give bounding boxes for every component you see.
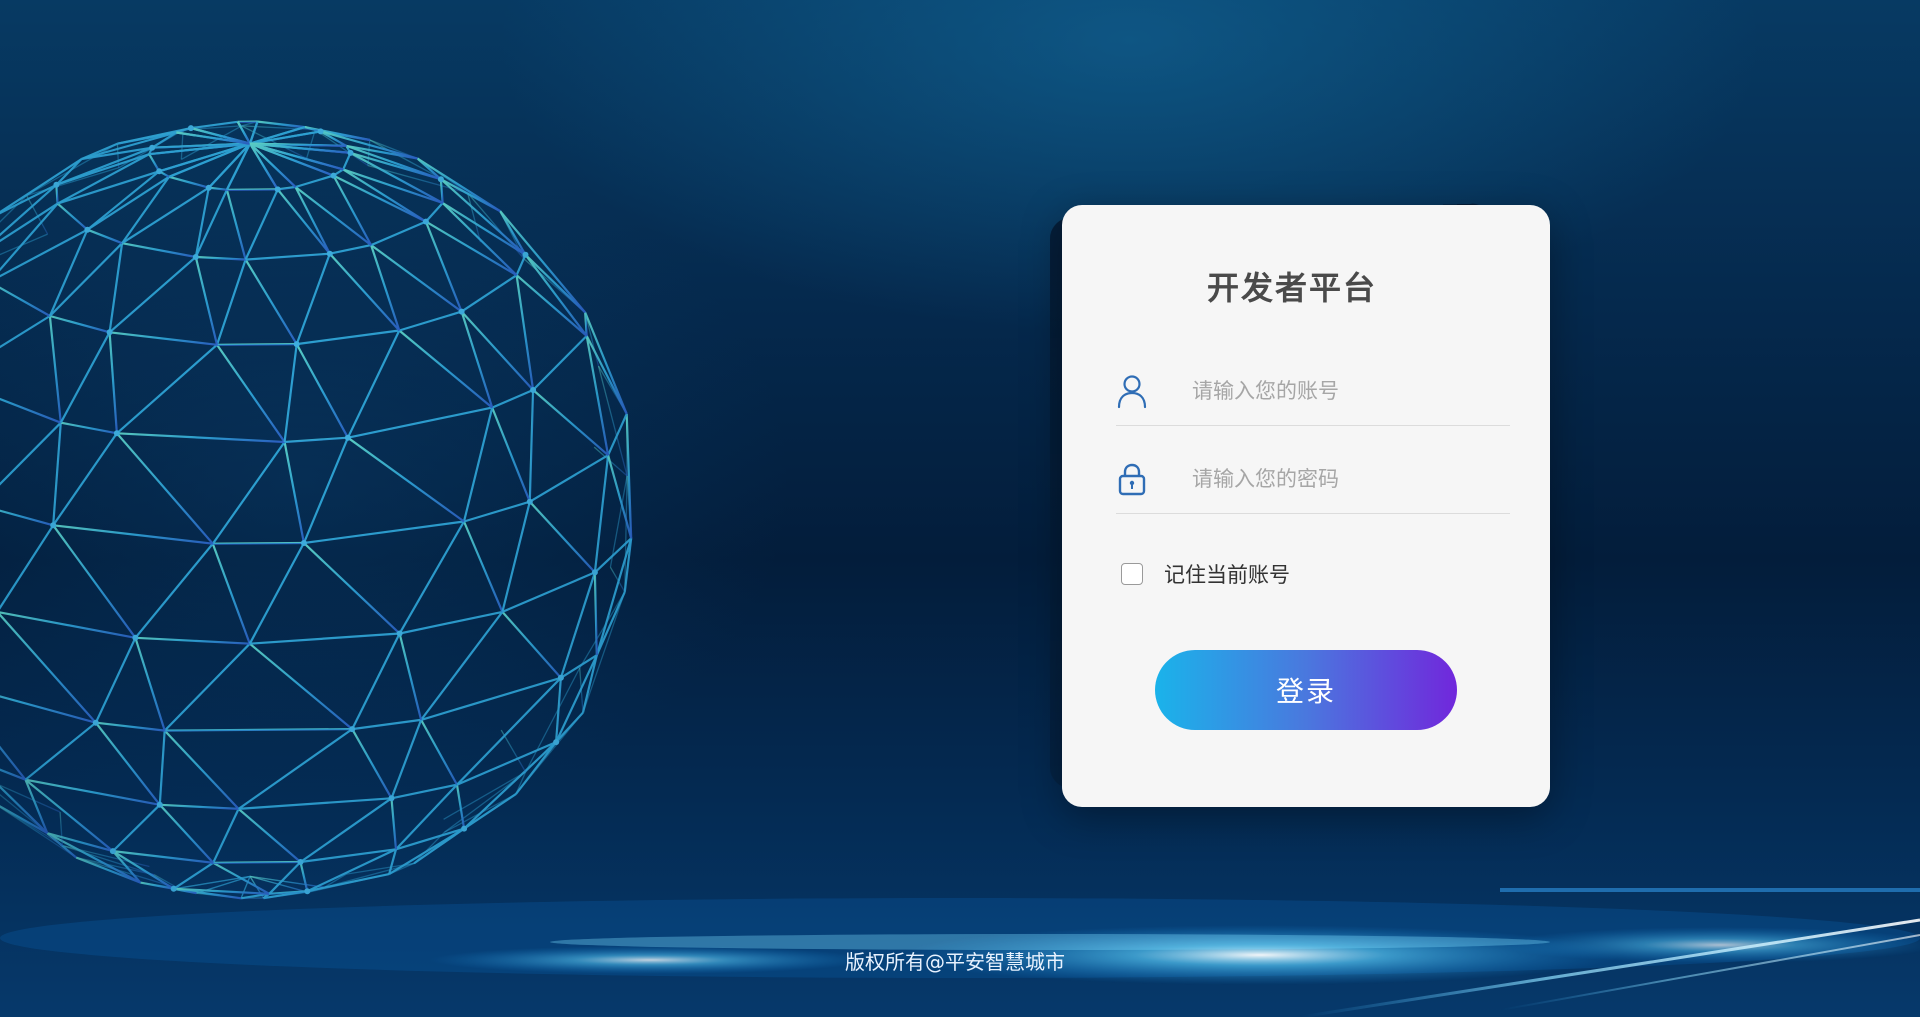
username-field <box>1116 355 1510 426</box>
remember-account-option[interactable]: 记住当前账号 <box>1121 559 1290 589</box>
lock-icon <box>1118 463 1146 496</box>
login-page: 开发者平台 记住当前账号 登录 版权所有@平安智慧城市 <box>0 0 1920 1017</box>
password-field <box>1116 443 1510 514</box>
login-card: 开发者平台 记住当前账号 登录 <box>1062 205 1550 807</box>
remember-label[interactable]: 记住当前账号 <box>1164 559 1290 589</box>
globe-wireframe-illustration <box>0 120 633 900</box>
password-input[interactable] <box>1190 461 1504 497</box>
login-button[interactable]: 登录 <box>1155 650 1457 730</box>
copyright-text: 版权所有@平安智慧城市 <box>845 950 1065 974</box>
username-input[interactable] <box>1190 373 1504 409</box>
remember-checkbox[interactable] <box>1121 563 1143 585</box>
platform-title: 开发者平台 <box>1206 269 1377 307</box>
user-icon <box>1117 375 1147 409</box>
